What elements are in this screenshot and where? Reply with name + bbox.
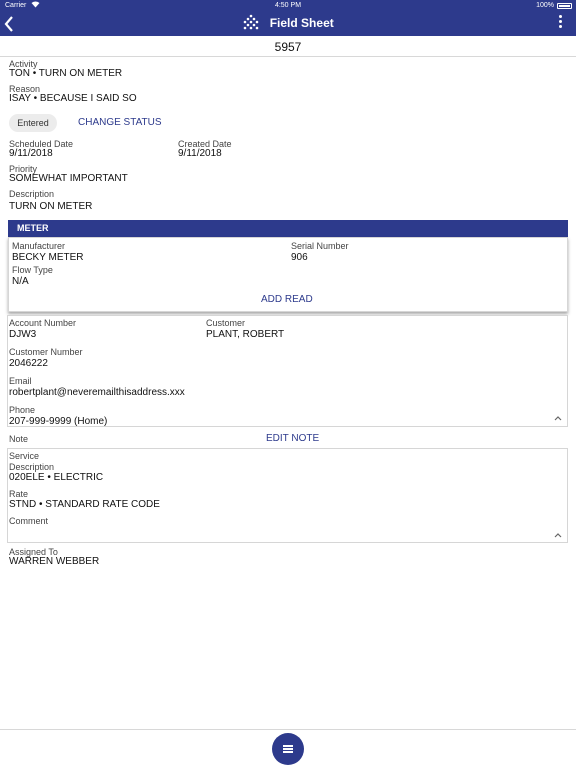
manufacturer-label: Manufacturer xyxy=(12,241,66,251)
customer-number-label: Customer Number xyxy=(9,347,83,357)
divider xyxy=(0,56,576,57)
change-status-link[interactable]: CHANGE STATUS xyxy=(78,117,162,128)
rate-label: Rate xyxy=(9,489,29,499)
reason-value: ISAY • BECAUSE I SAID SO xyxy=(9,93,137,104)
battery-percent: 100% xyxy=(536,2,554,9)
customer-number-value: 2046222 xyxy=(9,358,48,369)
more-vertical-icon xyxy=(556,15,564,28)
note-label: Note xyxy=(9,434,29,444)
priority-value: SOMEWHAT IMPORTANT xyxy=(9,173,128,184)
customer-details-panel: Account Number DJW3 Customer PLANT, ROBE… xyxy=(7,315,568,427)
manufacturer-value: BECKY METER xyxy=(12,252,84,263)
customer-value: PLANT, ROBERT xyxy=(206,329,285,340)
rate-value: STND • STANDARD RATE CODE xyxy=(9,499,160,510)
email-value: robertplant@neveremailthisaddress.xxx xyxy=(9,387,185,398)
main-menu-button[interactable] xyxy=(272,733,304,765)
work-order-number: 5957 xyxy=(274,40,302,54)
status-badge: Entered xyxy=(9,114,57,132)
bottom-divider xyxy=(0,729,576,730)
service-description-value: 020ELE • ELECTRIC xyxy=(9,472,104,483)
meter-card: Manufacturer BECKY METER Serial Number 9… xyxy=(8,237,568,312)
add-read-button[interactable]: ADD READ xyxy=(261,294,313,305)
service-label: Service xyxy=(9,451,40,461)
flow-type-label: Flow Type xyxy=(12,265,53,275)
flow-type-value: N/A xyxy=(12,276,29,287)
serial-number-value: 906 xyxy=(291,252,308,263)
chevron-up-icon[interactable] xyxy=(552,413,564,423)
phone-label: Phone xyxy=(9,405,36,415)
description-value: TURN ON METER xyxy=(9,201,93,212)
dotted-diamond-logo-icon xyxy=(243,14,259,30)
email-label: Email xyxy=(9,376,32,386)
meter-section-header: METER xyxy=(8,220,568,237)
service-details-panel: Service Description 020ELE • ELECTRIC Ra… xyxy=(7,448,568,543)
status-time: 4:50 PM xyxy=(274,2,302,9)
header-title-group: Field Sheet xyxy=(0,14,576,34)
phone-value: 207-999-9999 (Home) xyxy=(9,416,108,427)
comment-label: Comment xyxy=(9,516,49,526)
activity-value: TON • TURN ON METER xyxy=(9,68,123,79)
battery-icon xyxy=(557,3,572,9)
more-options-button[interactable] xyxy=(556,15,564,31)
chevron-up-icon[interactable] xyxy=(552,530,564,540)
created-date-value: 9/11/2018 xyxy=(178,148,222,159)
scheduled-date-value: 9/11/2018 xyxy=(9,148,53,159)
account-number-label: Account Number xyxy=(9,318,77,328)
page-title: Field Sheet xyxy=(269,16,334,30)
account-number-value: DJW3 xyxy=(9,329,37,340)
status-bar: Carrier 4:50 PM 100% xyxy=(0,0,576,12)
serial-number-label: Serial Number xyxy=(291,241,349,251)
app-header: Carrier 4:50 PM 100% Field Sheet xyxy=(0,0,576,36)
edit-note-button[interactable]: EDIT NOTE xyxy=(266,433,319,444)
service-description-label: Description xyxy=(9,462,55,472)
description-label: Description xyxy=(9,189,55,199)
customer-label: Customer xyxy=(206,318,246,328)
assigned-to-value: WARREN WEBBER xyxy=(9,556,100,567)
